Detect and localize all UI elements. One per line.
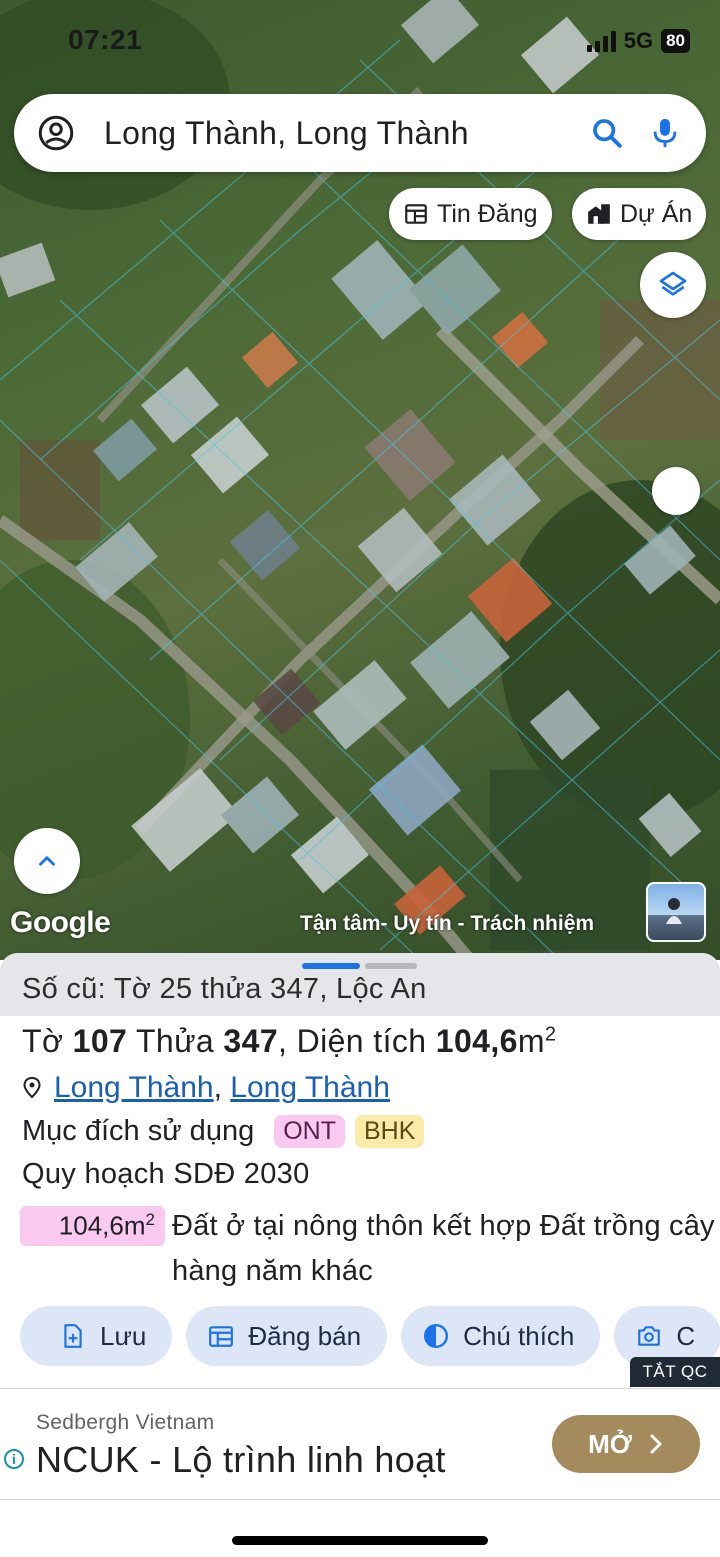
layers-button[interactable] (640, 252, 706, 318)
ad-open-label: MỞ (588, 1428, 632, 1459)
plan-area-value: 104,6m (58, 1210, 146, 1241)
action-row: Lưu Đăng bán Chú thích C (20, 1306, 720, 1366)
ad-headline[interactable]: NCUK - Lộ trình linh hoạt (36, 1439, 446, 1481)
signal-icon (586, 30, 616, 52)
expand-up-button[interactable] (14, 828, 80, 894)
sheet-number: 107 (72, 1023, 128, 1059)
save-button-label: Lưu (100, 1320, 147, 1351)
plan-area-badge: 104,6m2 (20, 1206, 165, 1246)
location-pin-icon (23, 1076, 41, 1099)
plan-description: Đất ở tại nông thôn kết hợp Đất trồng câ… (172, 1210, 715, 1287)
land-use-label: Mục đích sử dụng (22, 1115, 255, 1147)
legend-button[interactable]: Chú thích (401, 1306, 601, 1366)
save-button[interactable]: Lưu (20, 1306, 173, 1366)
legend-button-label: Chú thích (463, 1320, 575, 1351)
parcel-number: 347 (223, 1023, 279, 1059)
chevron-right-icon (650, 1434, 662, 1454)
chevron-up-icon (39, 856, 55, 866)
status-time: 07:21 (68, 24, 143, 55)
add-photo-icon (638, 1326, 661, 1346)
network-type: 5G (623, 28, 654, 53)
parcel-title: Tờ 107 Thửa 347, Diện tích 104,6m2 (22, 1023, 556, 1060)
search-bar[interactable]: Long Thành, Long Thành (14, 94, 706, 172)
close-ad-button[interactable]: TẮT QC (630, 1357, 720, 1387)
search-input[interactable]: Long Thành, Long Thành (104, 115, 566, 152)
commune-link[interactable]: Long Thành (230, 1071, 390, 1104)
ad-info-icon[interactable]: i (4, 1449, 24, 1469)
calendar-icon (209, 1326, 234, 1347)
plan-title: Quy hoạch SDĐ 2030 (22, 1158, 310, 1190)
projects-chip-label: Dự Án (620, 199, 693, 228)
parcel-label: Thửa (135, 1023, 215, 1059)
location-separator: , (213, 1071, 222, 1104)
listings-chip-label: Tin Đăng (437, 199, 538, 228)
land-use-tag-ont[interactable]: ONT (274, 1115, 345, 1148)
capture-button-label: C (676, 1320, 696, 1351)
person-photo-icon (666, 898, 682, 924)
area-unit: m (517, 1023, 545, 1059)
ad-open-button[interactable]: MỞ (552, 1415, 700, 1473)
projects-chip[interactable]: Dự Án (572, 188, 707, 240)
sheet-pager[interactable] (302, 963, 417, 969)
sheet-label: Tờ (22, 1023, 64, 1059)
pager-dot-active[interactable] (302, 963, 360, 969)
district-link[interactable]: Long Thành (54, 1071, 214, 1104)
status-indicators: 5G 80 (586, 28, 690, 54)
table-icon (405, 204, 427, 224)
google-logo: Google (10, 906, 111, 939)
add-file-icon (64, 1324, 82, 1348)
building-icon (588, 204, 610, 224)
account-circle-icon[interactable] (38, 115, 74, 151)
post-for-sale-label: Đăng bán (248, 1320, 362, 1351)
layers-icon (659, 271, 687, 296)
ad-sponsor: Sedbergh Vietnam (36, 1411, 215, 1434)
map-watermark: Tận tâm- Uy tín - Trách nhiệm (300, 912, 595, 935)
land-use-tag-bhk[interactable]: BHK (354, 1115, 425, 1148)
mic-icon[interactable] (648, 116, 682, 150)
battery-icon: 80 (661, 29, 690, 53)
home-indicator[interactable] (232, 1536, 488, 1545)
pager-dot[interactable] (365, 963, 417, 969)
satellite-map[interactable]: 07:21 5G 80 Long Thành, Long Thành Tin Đ (0, 0, 720, 960)
location-row: Long Thành, Long Thành (22, 1071, 390, 1105)
contrast-icon (424, 1323, 449, 1349)
street-view-thumbnail[interactable] (646, 882, 706, 942)
listings-chip[interactable]: Tin Đăng (389, 188, 552, 240)
area-label: , Diện tích (278, 1023, 427, 1059)
land-use-row: Mục đích sử dụng ONT BHK (22, 1115, 425, 1148)
area-value: 104,6 (435, 1023, 518, 1059)
location-button[interactable] (652, 467, 700, 515)
search-icon[interactable] (590, 116, 624, 150)
plan-area-sup: 2 (145, 1210, 155, 1229)
post-for-sale-button[interactable]: Đăng bán (186, 1306, 388, 1366)
ad-banner[interactable]: i Sedbergh Vietnam NCUK - Lộ trình linh … (0, 1388, 720, 1500)
area-unit-sup: 2 (544, 1023, 557, 1046)
